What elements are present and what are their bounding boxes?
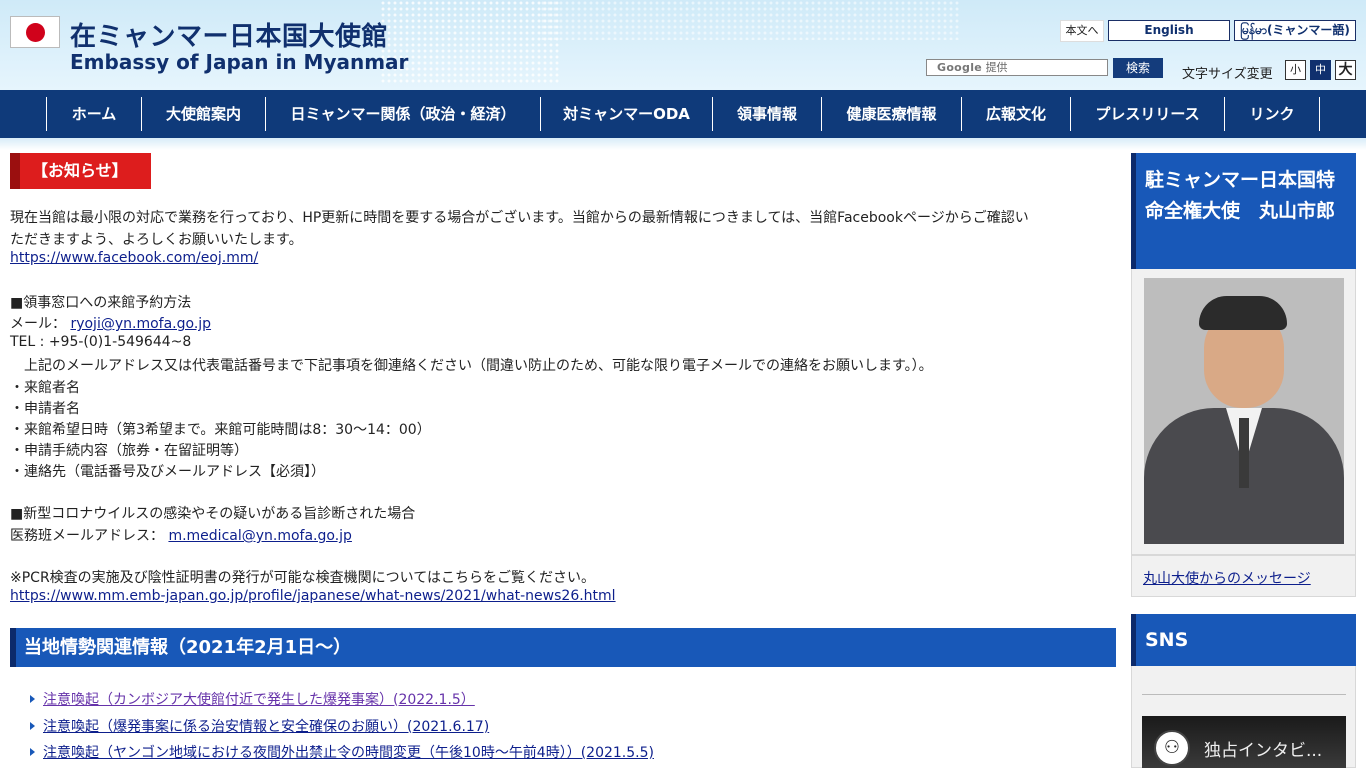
english-link[interactable]: English [1108, 20, 1230, 41]
ambassador-message-link[interactable]: 丸山大使からのメッセージ [1143, 568, 1311, 588]
arrow-right-icon [30, 748, 35, 756]
news-item: 注意喚起（爆発事案に係る治安情報と安全確保のお願い）(2021.6.17) [30, 716, 489, 736]
divider [1142, 694, 1346, 695]
news-item: 注意喚起（カンボジア大使館付近で発生した爆発事案）(2022.1.5） [30, 689, 475, 709]
nav-japan-myanmar-relations[interactable]: 日ミャンマー関係（政治・経済） [265, 97, 540, 131]
instruction-line: 上記のメールアドレス又は代表電話番号まで下記事項を御連絡ください（間違い防止のた… [24, 358, 933, 374]
notice-tag: 【お知らせ】 [10, 153, 151, 189]
nav-health-info[interactable]: 健康医療情報 [821, 97, 961, 131]
pcr-note: ※PCR検査の実施及び陰性証明書の発行が可能な検査機関についてはこちらをご覧くだ… [10, 570, 595, 586]
search-provided-label: 提供 [985, 61, 1008, 74]
sns-panel: ⚇ 独占インタビ... [1131, 666, 1356, 768]
news-item: 注意喚起（ヤンゴン地域における夜間外出禁止令の時間変更（午後10時〜午前4時））… [30, 742, 654, 762]
notice-text-line: ただきますよう、よろしくお願いいたします。 [10, 232, 303, 248]
ambassador-photo-panel [1131, 269, 1356, 555]
japan-flag-icon[interactable] [10, 16, 60, 48]
nav-press-release[interactable]: プレスリリース [1070, 97, 1224, 131]
nav-divider [1319, 97, 1320, 131]
mail-label: メール： [10, 316, 66, 332]
consular-heading: ■領事窓口への来館予約方法 [10, 295, 192, 311]
arrow-right-icon [30, 722, 35, 730]
site-title-en[interactable]: Embassy of Japan in Myanmar [70, 50, 408, 74]
news-link[interactable]: 注意喚起（カンボジア大使館付近で発生した爆発事案）(2022.1.5） [43, 692, 475, 708]
consular-email-link[interactable]: ryoji@yn.mofa.go.jp [70, 316, 211, 332]
main-nav: ホーム 大使館案内 日ミャンマー関係（政治・経済） 対ミャンマーODA 領事情報… [0, 90, 1366, 138]
font-size-label: 文字サイズ変更 [1182, 67, 1273, 82]
arrow-right-icon [30, 695, 35, 703]
ambassador-photo [1144, 278, 1344, 544]
tel-line: TEL : +95-(0)1-549644~8 [10, 334, 192, 350]
nav-shadow [0, 138, 1366, 150]
news-link[interactable]: 注意喚起（ヤンゴン地域における夜間外出禁止令の時間変更（午後10時〜午前4時））… [43, 745, 654, 761]
medical-email-link[interactable]: m.medical@yn.mofa.go.jp [168, 528, 351, 544]
font-size-large-button[interactable]: 大 [1335, 60, 1356, 80]
medical-line: 医務班メールアドレス： m.medical@yn.mofa.go.jp [10, 525, 352, 545]
notice-text-line: 現在当館は最小限の対応で業務を行っており、HP更新に時間を要する場合がございます… [10, 210, 1029, 226]
ambassador-title: 駐ミャンマー日本国特命全権大使 丸山市郎 [1131, 153, 1356, 269]
situation-section-heading: 当地情勢関連情報（2021年2月1日〜） [10, 628, 1116, 667]
pcr-link[interactable]: https://www.mm.emb-japan.go.jp/profile/j… [10, 588, 616, 604]
nav-oda[interactable]: 対ミャンマーODA [540, 97, 712, 131]
list-item: ・連絡先（電話番号及びメールアドレス【必須】） [10, 464, 325, 480]
news-link[interactable]: 注意喚起（爆発事案に係る治安情報と安全確保のお願い）(2021.6.17) [43, 719, 489, 735]
world-map-decoration [540, 0, 960, 40]
nav-home[interactable]: ホーム [46, 97, 141, 131]
mail-line: メール： ryoji@yn.mofa.go.jp [10, 313, 211, 333]
nav-embassy-info[interactable]: 大使館案内 [141, 97, 265, 131]
font-size-medium-button[interactable]: 中 [1310, 60, 1331, 80]
site-header: 在ミャンマー日本国大使館 Embassy of Japan in Myanmar… [0, 0, 1366, 90]
sns-heading: SNS [1131, 614, 1356, 666]
myanmar-language-link[interactable]: မြန်မာ(ミャンマー語) [1234, 20, 1356, 41]
list-item: ・申請者名 [10, 401, 80, 417]
medical-label: 医務班メールアドレス： [10, 528, 164, 544]
list-item: ・来館希望日時（第3希望まで。来館可能時間は8：30〜14：00） [10, 422, 431, 438]
search-input[interactable]: Google 提供 [926, 59, 1108, 76]
search-button[interactable]: 検索 [1113, 58, 1163, 78]
google-logo: Google [937, 61, 983, 74]
nav-culture[interactable]: 広報文化 [961, 97, 1070, 131]
video-thumbnail[interactable]: ⚇ 独占インタビ... [1142, 716, 1346, 768]
list-item: ・来館者名 [10, 380, 80, 396]
nav-links[interactable]: リンク [1224, 97, 1319, 131]
covid-heading: ■新型コロナウイルスの感染やその疑いがある旨診断された場合 [10, 506, 416, 522]
nav-consular-info[interactable]: 領事情報 [712, 97, 821, 131]
ambassador-message-panel: 丸山大使からのメッセージ [1131, 555, 1356, 597]
site-title-ja[interactable]: 在ミャンマー日本国大使館 [70, 16, 388, 53]
list-item: ・申請手続内容（旅券・在留証明等） [10, 443, 248, 459]
channel-avatar-icon: ⚇ [1154, 730, 1190, 766]
font-size-small-button[interactable]: 小 [1285, 60, 1306, 80]
skip-to-content-link[interactable]: 本文へ [1060, 20, 1104, 42]
facebook-link[interactable]: https://www.facebook.com/eoj.mm/ [10, 250, 258, 266]
video-title: 独占インタビ... [1204, 741, 1323, 761]
